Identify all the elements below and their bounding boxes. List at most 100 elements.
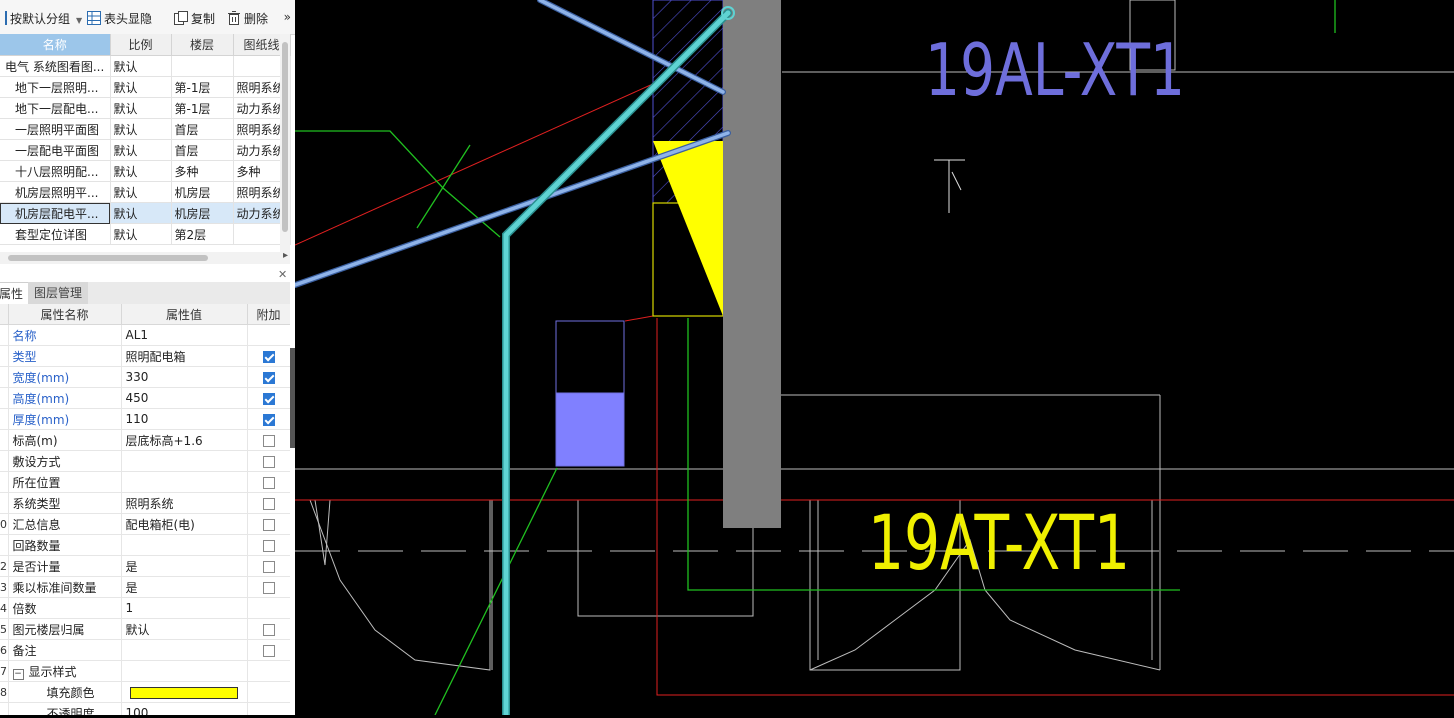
property-value[interactable]: 110 (121, 408, 248, 430)
property-row[interactable]: 2 是否计量 是 (0, 555, 290, 577)
extra-checkbox[interactable] (262, 497, 275, 510)
drawing-row[interactable]: 地下一层配电... 默认 第-1层 动力系统 (0, 97, 291, 119)
fill-color-swatch[interactable] (129, 686, 238, 699)
extra-checkbox[interactable] (262, 434, 275, 447)
property-value[interactable] (121, 639, 248, 661)
col-header-floor[interactable]: 楼层 (171, 34, 234, 56)
drawing-row[interactable]: 十八层照明配... 默认 多种 多种 (0, 160, 291, 182)
property-value[interactable]: AL1 (121, 324, 248, 346)
property-value[interactable]: 330 (121, 366, 248, 388)
drawing-cell-floor[interactable]: 第2层 (171, 223, 234, 245)
property-row[interactable]: 类型 照明配电箱 (0, 345, 290, 367)
label-19al-xt1[interactable]: 19AL-XT1 (925, 28, 1185, 112)
extra-checkbox[interactable] (262, 413, 275, 426)
group-by-default-button[interactable]: 按默认分组 ▼ (0, 10, 82, 28)
extra-checkbox[interactable] (262, 518, 275, 531)
extra-checkbox[interactable] (262, 644, 275, 657)
drawing-cell-name[interactable]: 地下一层照明... (0, 76, 111, 98)
distribution-box-fill[interactable] (555, 392, 625, 467)
property-value[interactable]: 是 (121, 555, 248, 577)
drawing-row[interactable]: 电气 系统图看图... 默认 (0, 55, 291, 77)
drawing-cell-scale[interactable]: 默认 (110, 223, 172, 245)
drawing-row[interactable]: 机房层照明平... 默认 机房层 照明系统 (0, 181, 291, 203)
extra-checkbox[interactable] (262, 371, 275, 384)
property-value[interactable]: 照明系统 (121, 492, 248, 514)
property-row[interactable]: 系统类型 照明系统 (0, 492, 290, 514)
drawing-row[interactable]: 一层配电平面图 默认 首层 动力系统 (0, 139, 291, 161)
property-row[interactable]: 敷设方式 (0, 450, 290, 472)
drawing-cell-floor[interactable]: 第-1层 (171, 76, 234, 98)
cad-canvas[interactable]: 19AL-XT1 19AT-XT1 (292, 0, 1454, 718)
drawing-list-hscroll[interactable]: ▸ (0, 250, 290, 264)
extra-checkbox[interactable] (262, 623, 275, 636)
tab-properties[interactable]: 属性 (0, 282, 31, 305)
extra-checkbox[interactable] (262, 560, 275, 573)
property-value[interactable] (121, 660, 248, 682)
property-value[interactable] (121, 450, 248, 472)
distribution-box-outline[interactable] (555, 320, 625, 394)
property-row[interactable]: 宽度(mm) 330 (0, 366, 290, 388)
property-row[interactable]: 7− 显示样式 (0, 660, 290, 682)
drawing-cell-scale[interactable]: 默认 (110, 76, 172, 98)
scroll-thumb[interactable] (282, 42, 288, 232)
extra-checkbox[interactable] (262, 476, 275, 489)
tab-layers[interactable]: 图层管理 (28, 282, 89, 304)
property-row[interactable]: 所在位置 (0, 471, 290, 493)
property-row[interactable]: 8 填充颜色 (0, 681, 290, 703)
extra-checkbox[interactable] (262, 392, 275, 405)
drawing-cell-name[interactable]: 十八层照明配... (0, 160, 111, 182)
property-value[interactable]: 照明配电箱 (121, 345, 248, 367)
drawing-cell-scale[interactable]: 默认 (110, 97, 172, 119)
extra-checkbox[interactable] (262, 581, 275, 594)
drawing-cell-floor[interactable]: 首层 (171, 118, 234, 140)
drawing-row[interactable]: 地下一层照明... 默认 第-1层 照明系统 (0, 76, 291, 98)
drawing-row[interactable]: 套型定位详图 默认 第2层 (0, 223, 291, 245)
drawing-row[interactable]: 机房层配电平... 默认 机房层 动力系统 (0, 202, 291, 224)
property-value[interactable]: 层底标高+1.6 (121, 429, 248, 451)
drawing-cell-floor[interactable]: 机房层 (171, 202, 234, 224)
property-value[interactable]: 默认 (121, 618, 248, 640)
extra-checkbox[interactable] (262, 539, 275, 552)
drawing-cell-floor[interactable] (171, 55, 234, 77)
scroll-thumb[interactable] (8, 255, 208, 261)
extra-checkbox[interactable] (262, 350, 275, 363)
property-row[interactable]: 6 备注 (0, 639, 290, 661)
property-value[interactable]: 1 (121, 597, 248, 619)
delete-button[interactable]: 删除 (227, 10, 268, 28)
property-row[interactable]: 5 图元楼层归属 默认 (0, 618, 290, 640)
extra-checkbox[interactable] (262, 455, 275, 468)
scroll-right-arrow-icon[interactable]: ▸ (283, 250, 288, 261)
drawing-cell-scale[interactable]: 默认 (110, 202, 172, 224)
drawing-cell-name[interactable]: 一层照明平面图 (0, 118, 111, 140)
property-value[interactable]: 100 (121, 702, 248, 715)
property-value[interactable]: 配电箱柜(电) (121, 513, 248, 535)
property-row[interactable]: 标高(m) 层底标高+1.6 (0, 429, 290, 451)
drawing-cell-scale[interactable]: 默认 (110, 139, 172, 161)
property-row[interactable]: 高度(mm) 450 (0, 387, 290, 409)
drawing-list-vscroll[interactable] (280, 34, 290, 252)
property-row[interactable]: 名称 AL1 (0, 324, 290, 346)
label-19at-xt1[interactable]: 19AT-XT1 (868, 498, 1130, 587)
property-value[interactable] (121, 681, 248, 703)
drawing-cell-scale[interactable]: 默认 (110, 181, 172, 203)
drawing-cell-floor[interactable]: 首层 (171, 139, 234, 161)
property-value[interactable] (121, 534, 248, 556)
copy-button[interactable]: 复制 (174, 10, 215, 28)
drawing-row[interactable]: 一层照明平面图 默认 首层 照明系统 (0, 118, 291, 140)
collapse-icon[interactable]: − (12, 668, 24, 680)
col-header-name[interactable]: 名称 (0, 34, 111, 56)
property-value[interactable] (121, 471, 248, 493)
property-row[interactable]: 3 乘以标准间数量 是 (0, 576, 290, 598)
drawing-cell-name[interactable]: 套型定位详图 (0, 223, 111, 245)
yellow-fill-triangle[interactable] (653, 141, 723, 316)
drawing-cell-scale[interactable]: 默认 (110, 118, 172, 140)
property-value[interactable]: 450 (121, 387, 248, 409)
drawing-cell-floor[interactable]: 多种 (171, 160, 234, 182)
drawing-cell-name[interactable]: 电气 系统图看图... (0, 55, 111, 77)
property-row[interactable]: 厚度(mm) 110 (0, 408, 290, 430)
drawing-cell-scale[interactable]: 默认 (110, 160, 172, 182)
property-row[interactable]: 回路数量 (0, 534, 290, 556)
property-row[interactable]: 4 倍数 1 (0, 597, 290, 619)
drawing-cell-name[interactable]: 机房层配电平... (0, 202, 111, 224)
drawing-cell-scale[interactable]: 默认 (110, 55, 172, 77)
